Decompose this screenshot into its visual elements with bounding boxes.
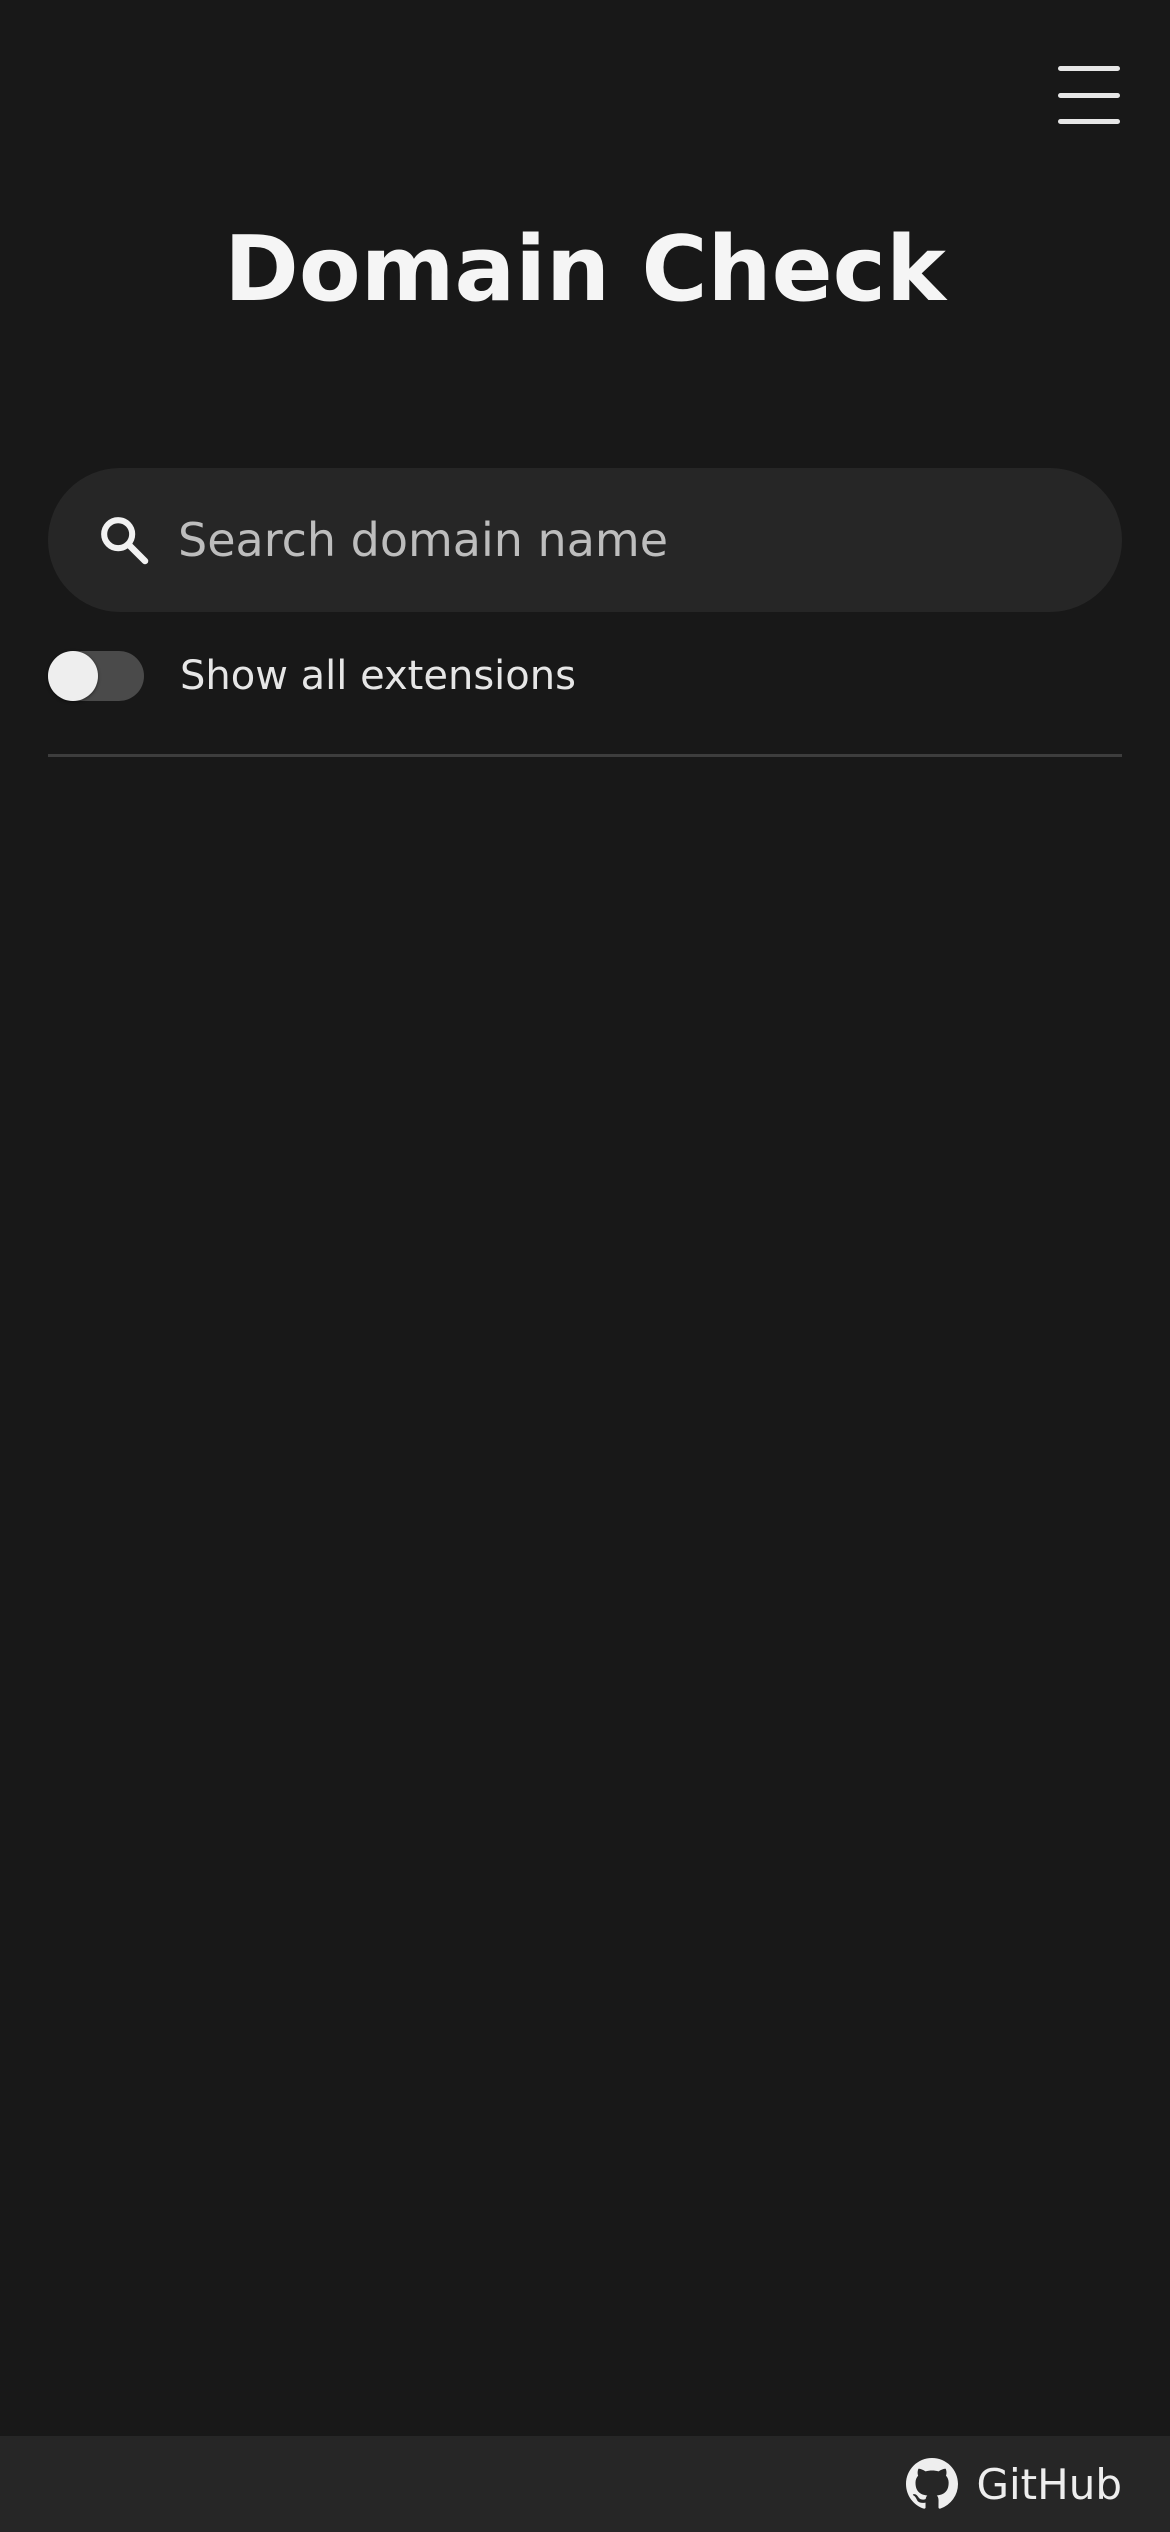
divider bbox=[48, 754, 1122, 757]
page: Domain Check Show all extensions GitHub bbox=[0, 0, 1170, 2532]
hamburger-menu-icon-bar bbox=[1058, 66, 1120, 71]
toggle-knob bbox=[48, 651, 98, 701]
github-link[interactable]: GitHub bbox=[906, 2436, 1122, 2532]
search-input[interactable] bbox=[176, 467, 1122, 613]
show-all-extensions-toggle[interactable] bbox=[48, 651, 144, 701]
hamburger-menu-icon-bar bbox=[1058, 119, 1120, 124]
search-box[interactable] bbox=[48, 467, 1122, 613]
hamburger-menu-icon-bar bbox=[1058, 92, 1120, 98]
show-all-extensions-row: Show all extensions bbox=[48, 646, 576, 706]
github-label: GitHub bbox=[976, 2459, 1122, 2509]
search-icon bbox=[101, 517, 149, 565]
footer: GitHub bbox=[0, 2436, 1170, 2532]
show-all-extensions-label: Show all extensions bbox=[180, 653, 576, 699]
page-title: Domain Check bbox=[224, 217, 946, 322]
github-icon bbox=[906, 2458, 959, 2509]
menu-button[interactable] bbox=[1058, 66, 1124, 124]
